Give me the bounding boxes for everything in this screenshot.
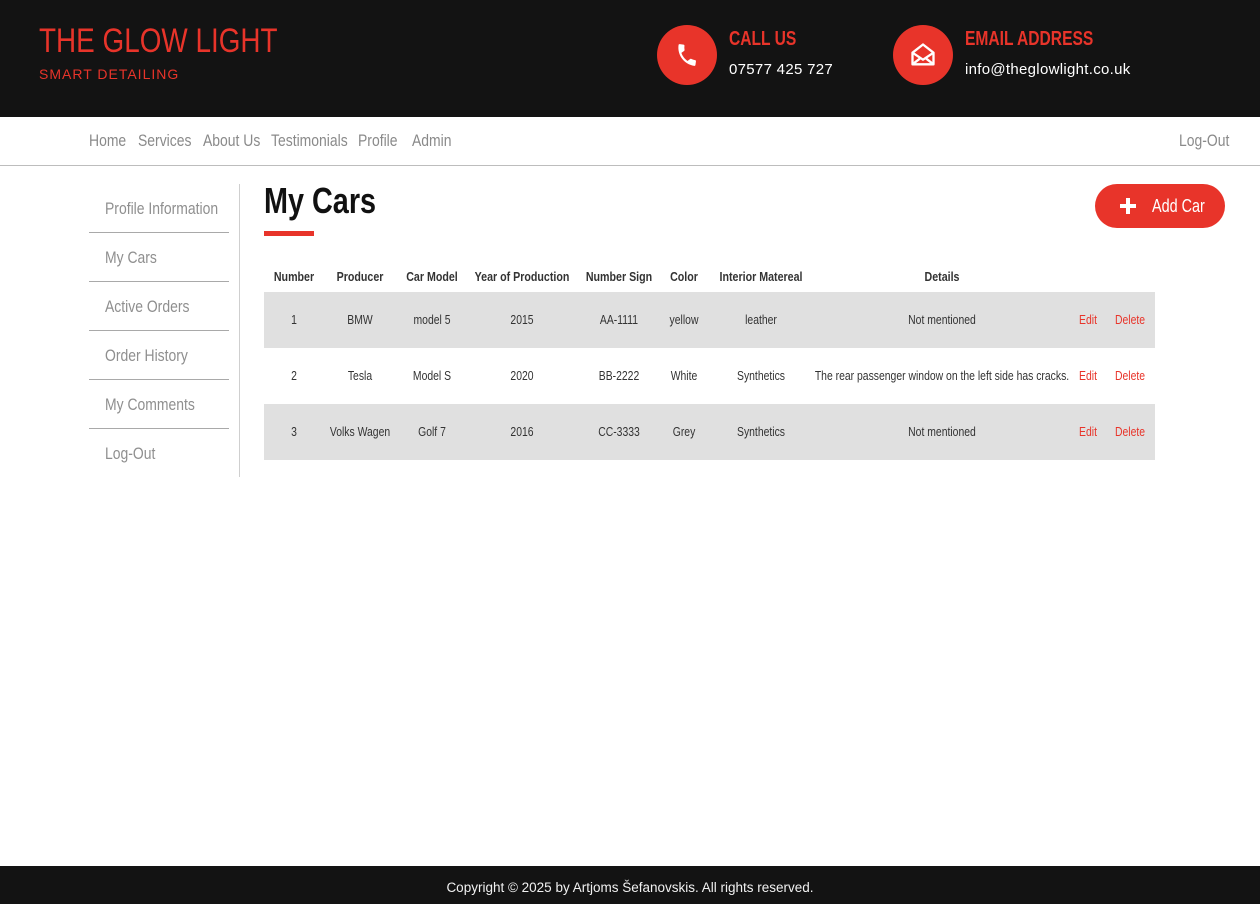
plus-icon [1120, 198, 1136, 214]
nav-about-us[interactable]: About Us [203, 131, 260, 151]
cell-number-sign: CC-3333 [598, 424, 640, 439]
cell-producer: Tesla [347, 368, 373, 383]
nav-testimonials[interactable]: Testimonials [271, 131, 348, 151]
cell-producer: BMW [347, 312, 373, 327]
nav-profile[interactable]: Profile [358, 131, 398, 151]
call-us-title: CALL US [729, 28, 797, 50]
email-address[interactable]: info@theglowlight.co.uk [965, 61, 1131, 78]
sidebar-item-label: Profile Information [105, 199, 219, 218]
title-underline [264, 231, 314, 236]
add-car-label: Add Car [1152, 196, 1205, 216]
envelope-open-icon [893, 25, 953, 85]
delete-link[interactable]: Delete [1115, 312, 1145, 327]
header-producer: Producer [336, 269, 384, 284]
header-number-sign: Number Sign [585, 269, 653, 284]
cell-color: Grey [672, 424, 696, 439]
sidebar-item-label: My Comments [105, 395, 195, 414]
cell-year: 2020 [510, 368, 534, 383]
phone-number[interactable]: 07577 425 727 [729, 61, 833, 78]
edit-link[interactable]: Edit [1079, 424, 1097, 439]
header-number: Number [273, 269, 315, 284]
nav-home[interactable]: Home [89, 131, 126, 151]
delete-link[interactable]: Delete [1115, 424, 1145, 439]
cell-number: 3 [291, 424, 297, 439]
nav-services[interactable]: Services [138, 131, 191, 151]
sidebar-item-logout[interactable]: Log-Out [89, 429, 229, 478]
cell-producer: Volks Wagen [329, 424, 391, 439]
cell-interior: Synthetics [737, 424, 785, 439]
header-car-model: Car Model [406, 269, 458, 284]
sidebar-item-my-comments[interactable]: My Comments [89, 380, 229, 429]
cell-number-sign: AA-1111 [599, 312, 639, 327]
edit-link[interactable]: Edit [1079, 312, 1097, 327]
sidebar-item-active-orders[interactable]: Active Orders [89, 282, 229, 331]
header-year: Year of Production [474, 269, 570, 284]
edit-link[interactable]: Edit [1079, 368, 1097, 383]
cell-details: Not mentioned [908, 424, 976, 439]
phone-icon [657, 25, 717, 85]
cell-number: 1 [291, 312, 297, 327]
cell-interior: Synthetics [737, 368, 785, 383]
header-interior: Interior Matereal [719, 269, 803, 284]
header-details: Details [924, 269, 960, 284]
cell-car-model: Model S [412, 368, 452, 383]
sidebar-item-my-cars[interactable]: My Cars [89, 233, 229, 282]
email-title: EMAIL ADDRESS [965, 28, 1094, 50]
brand-title[interactable]: THE GLOW LIGHT [39, 22, 278, 61]
cell-interior: leather [745, 312, 777, 327]
page-title: My Cars [264, 180, 377, 221]
cell-year: 2015 [510, 312, 534, 327]
brand-subtitle: SMART DETAILING [39, 66, 180, 82]
sidebar-item-profile-information[interactable]: Profile Information [89, 184, 229, 233]
table-row: 2 Tesla Model S 2020 BB-2222 White Synth… [264, 348, 1155, 404]
copyright-text: Copyright © 2025 by Artjoms Šefanovskis.… [446, 880, 814, 895]
sidebar-item-label: Active Orders [105, 297, 190, 316]
table-row: 1 BMW model 5 2015 AA-1111 yellow leathe… [264, 292, 1155, 348]
top-header: THE GLOW LIGHT SMART DETAILING CALL US 0… [0, 0, 1260, 117]
main-nav: Home Services About Us Testimonials Prof… [0, 117, 1260, 166]
nav-logout[interactable]: Log-Out [1179, 131, 1229, 151]
profile-sidebar: Profile Information My Cars Active Order… [89, 184, 240, 477]
cell-details: The rear passenger window on the left si… [814, 368, 1070, 383]
cell-number: 2 [291, 368, 297, 383]
add-car-button[interactable]: Add Car [1095, 184, 1225, 228]
cell-number-sign: BB-2222 [598, 368, 640, 383]
header-color: Color [670, 269, 698, 284]
sidebar-item-label: Log-Out [105, 444, 156, 463]
cell-car-model: Golf 7 [418, 424, 446, 439]
nav-admin[interactable]: Admin [412, 131, 452, 151]
cell-details: Not mentioned [908, 312, 976, 327]
sidebar-item-label: Order History [105, 346, 188, 365]
cell-year: 2016 [510, 424, 534, 439]
cell-color: White [670, 368, 698, 383]
sidebar-item-label: My Cars [105, 248, 157, 267]
sidebar-item-order-history[interactable]: Order History [89, 331, 229, 380]
table-row: 3 Volks Wagen Golf 7 2016 CC-3333 Grey S… [264, 404, 1155, 460]
cell-color: yellow [669, 312, 699, 327]
footer: Copyright © 2025 by Artjoms Šefanovskis.… [0, 866, 1260, 904]
delete-link[interactable]: Delete [1115, 368, 1145, 383]
cell-car-model: model 5 [413, 312, 451, 327]
